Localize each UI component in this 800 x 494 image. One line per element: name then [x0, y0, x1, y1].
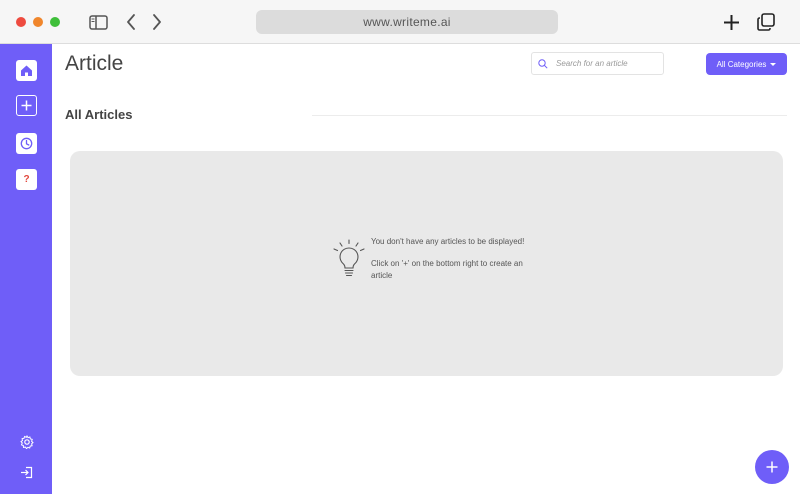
search-icon [538, 58, 548, 69]
create-article-button[interactable] [755, 450, 789, 484]
help-icon: ? [23, 174, 30, 185]
address-bar[interactable]: www.writeme.ai [256, 10, 558, 34]
lightbulb-icon [333, 239, 365, 277]
sidebar-toggle-icon[interactable] [88, 12, 108, 32]
page-title: Article [65, 52, 124, 75]
sidebar-item-home[interactable] [16, 60, 37, 81]
window-maximize-button[interactable] [50, 17, 60, 27]
window-minimize-button[interactable] [33, 17, 43, 27]
plus-icon [766, 461, 778, 473]
tabs-overview-icon[interactable] [756, 12, 776, 32]
category-dropdown-label: All Categories [716, 59, 767, 69]
forward-arrow-icon[interactable] [150, 12, 164, 32]
empty-state-hint: Click on '+' on the bottom right to crea… [371, 259, 523, 280]
window-close-button[interactable] [16, 17, 26, 27]
back-arrow-icon[interactable] [124, 12, 138, 32]
section-title: All Articles [65, 107, 133, 122]
home-icon [21, 65, 32, 76]
search-input[interactable] [556, 59, 656, 68]
sidebar-item-history[interactable] [16, 133, 37, 154]
sidebar-item-help[interactable]: ? [16, 169, 37, 190]
browser-toolbar: www.writeme.ai [0, 0, 800, 44]
empty-state-message: You don't have any articles to be displa… [371, 237, 525, 246]
settings-button[interactable] [19, 434, 34, 449]
new-tab-plus-icon[interactable] [722, 12, 740, 32]
category-dropdown-button[interactable]: All Categories [706, 53, 787, 75]
plus-icon [21, 100, 32, 111]
section-divider [312, 115, 787, 116]
url-text: www.writeme.ai [363, 15, 451, 29]
sidebar: ? [0, 44, 52, 494]
search-box[interactable] [531, 52, 664, 75]
gear-icon [19, 434, 34, 449]
clock-icon [20, 137, 33, 150]
sidebar-item-create[interactable] [16, 95, 37, 116]
logout-button[interactable] [19, 465, 34, 480]
empty-state-panel: You don't have any articles to be displa… [70, 151, 783, 376]
logout-icon [21, 466, 33, 479]
caret-down-icon [770, 62, 777, 66]
